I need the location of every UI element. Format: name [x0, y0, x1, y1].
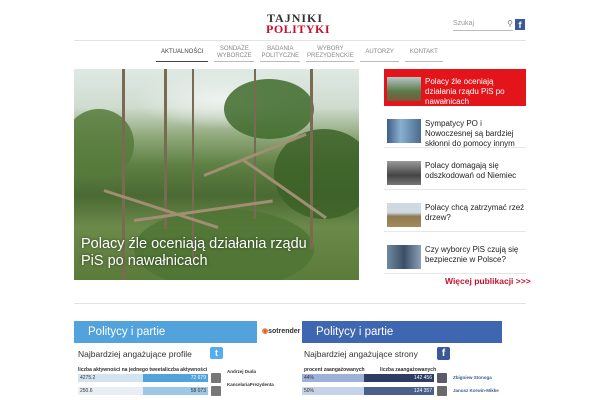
- side-article-list: Polacy źle oceniają działania rządu PiS …: [384, 69, 526, 279]
- avatar[interactable]: [437, 373, 447, 383]
- facebook-icon[interactable]: f: [515, 19, 525, 30]
- logo-line-2: POLITYKI: [266, 22, 331, 36]
- article-title: Czy wyborcy PiS czują się bezpiecznie w …: [425, 245, 519, 264]
- search-input[interactable]: Szukaj ⚲: [453, 19, 513, 31]
- sotrender-logo[interactable]: ◉sotrender: [262, 327, 300, 335]
- panel-right-subtitle: Najbardziej angażujące strony: [304, 349, 418, 359]
- article-thumbnail: [387, 203, 421, 227]
- list-item[interactable]: Polacy źle oceniają działania rządu PiS …: [384, 69, 526, 106]
- bar-row2-metric2: 58 073: [143, 387, 208, 395]
- bar-row1-metric2: 142 456: [364, 374, 434, 382]
- avatar[interactable]: [211, 373, 221, 383]
- search-icon[interactable]: ⚲: [507, 19, 513, 28]
- tree-trunk: [164, 69, 167, 229]
- foliage: [224, 79, 314, 139]
- site-logo[interactable]: TAJNIKI POLITYKI: [266, 12, 331, 36]
- bar-row1-metric1: 44%: [302, 374, 364, 382]
- value: 250.6: [80, 388, 93, 394]
- panel-left-subtitle: Najbardziej angażujące profile: [78, 349, 192, 359]
- value: 72 679: [190, 375, 206, 381]
- twitter-icon[interactable]: t: [210, 347, 223, 359]
- nav-item-autorzy[interactable]: AUTORZY: [360, 44, 399, 62]
- facebook-icon[interactable]: f: [437, 347, 450, 360]
- article-title: Polacy domagają się odszkodowań od Niemi…: [425, 161, 517, 180]
- value: 142 456: [413, 375, 432, 381]
- profile-name[interactable]: Andrzej Duda: [227, 369, 256, 374]
- hero-caption[interactable]: Polacy źle oceniają działania rządu PiS …: [81, 236, 331, 270]
- bar-row2-metric1: 50%: [302, 387, 364, 395]
- avatar[interactable]: [437, 386, 447, 396]
- panel-left-header[interactable]: Politycy i partie: [74, 321, 257, 343]
- search-placeholder: Szukaj: [453, 20, 475, 27]
- article-thumbnail: [387, 119, 421, 143]
- list-item[interactable]: Polacy chcą zatrzymać rzeź drzew?: [384, 195, 526, 232]
- value: 4275.2: [80, 375, 96, 381]
- list-item[interactable]: Czy wyborcy PiS czują się bezpiecznie w …: [384, 237, 526, 274]
- section-divider: [74, 303, 526, 304]
- column-header: liczba aktywności na jednego tweeta: [78, 367, 165, 373]
- nav-item-kontakt[interactable]: KONTAKT: [404, 44, 443, 62]
- article-thumbnail: [387, 77, 421, 101]
- more-publications-link[interactable]: Więcej publikacji >>>: [445, 276, 531, 286]
- column-header: procent zaangażowanych: [304, 367, 365, 373]
- bar-row2-metric2: 124 357: [364, 387, 434, 395]
- list-item[interactable]: Sympatycy PO i Nowoczesnej są bardziej s…: [384, 111, 526, 148]
- article-title: Polacy chcą zatrzymać rzeź drzew?: [425, 203, 525, 222]
- brand-label: sotrender: [268, 328, 301, 335]
- avatar[interactable]: [211, 386, 221, 396]
- nav-item-badania[interactable]: BADANIA POLITYCZNE: [260, 44, 301, 62]
- panel-right-header[interactable]: Politycy i partie: [302, 321, 502, 343]
- column-header: liczba zaangażowanych: [380, 367, 437, 373]
- nav-top-divider: [74, 40, 526, 41]
- article-thumbnail: [387, 161, 421, 185]
- article-title: Sympatycy PO i Nowoczesnej są bardziej s…: [425, 119, 515, 148]
- hero-article[interactable]: Polacy źle oceniają działania rządu PiS …: [74, 69, 359, 280]
- tree-trunk: [254, 69, 256, 219]
- profile-name[interactable]: KancelariaPrezydenta: [227, 382, 274, 387]
- list-item[interactable]: Polacy domagają się odszkodowań od Niemi…: [384, 153, 526, 190]
- value: 44%: [304, 375, 315, 381]
- nav-item-aktualnosci[interactable]: AKTUALNOŚCI: [156, 44, 209, 62]
- value: 124 357: [413, 388, 432, 394]
- bar-row2-metric1: 250.6: [78, 387, 143, 395]
- bar-row1-metric2: 72 679: [143, 374, 208, 382]
- tree-trunk: [310, 69, 313, 249]
- bar-row1-metric1: 4275.2: [78, 374, 143, 382]
- value: 58 073: [190, 388, 206, 394]
- tree-trunk: [192, 69, 194, 259]
- main-nav: AKTUALNOŚCI SONDAŻE WYBORCZE BADANIA POL…: [156, 44, 449, 62]
- profile-name[interactable]: Janusz Korwin-Mikke: [453, 388, 499, 393]
- nav-item-wybory[interactable]: WYBORY PREZYDENCKIE: [306, 44, 355, 62]
- column-header: liczba aktywności: [165, 367, 208, 373]
- nav-item-sondaze[interactable]: SONDAŻE WYBORCZE: [214, 44, 255, 62]
- article-thumbnail: [387, 245, 421, 269]
- profile-name[interactable]: Zbigniew Stonoga: [453, 375, 492, 380]
- article-title: Polacy źle oceniają działania rządu PiS …: [425, 77, 505, 106]
- foliage: [74, 109, 134, 179]
- value: 50%: [304, 388, 315, 394]
